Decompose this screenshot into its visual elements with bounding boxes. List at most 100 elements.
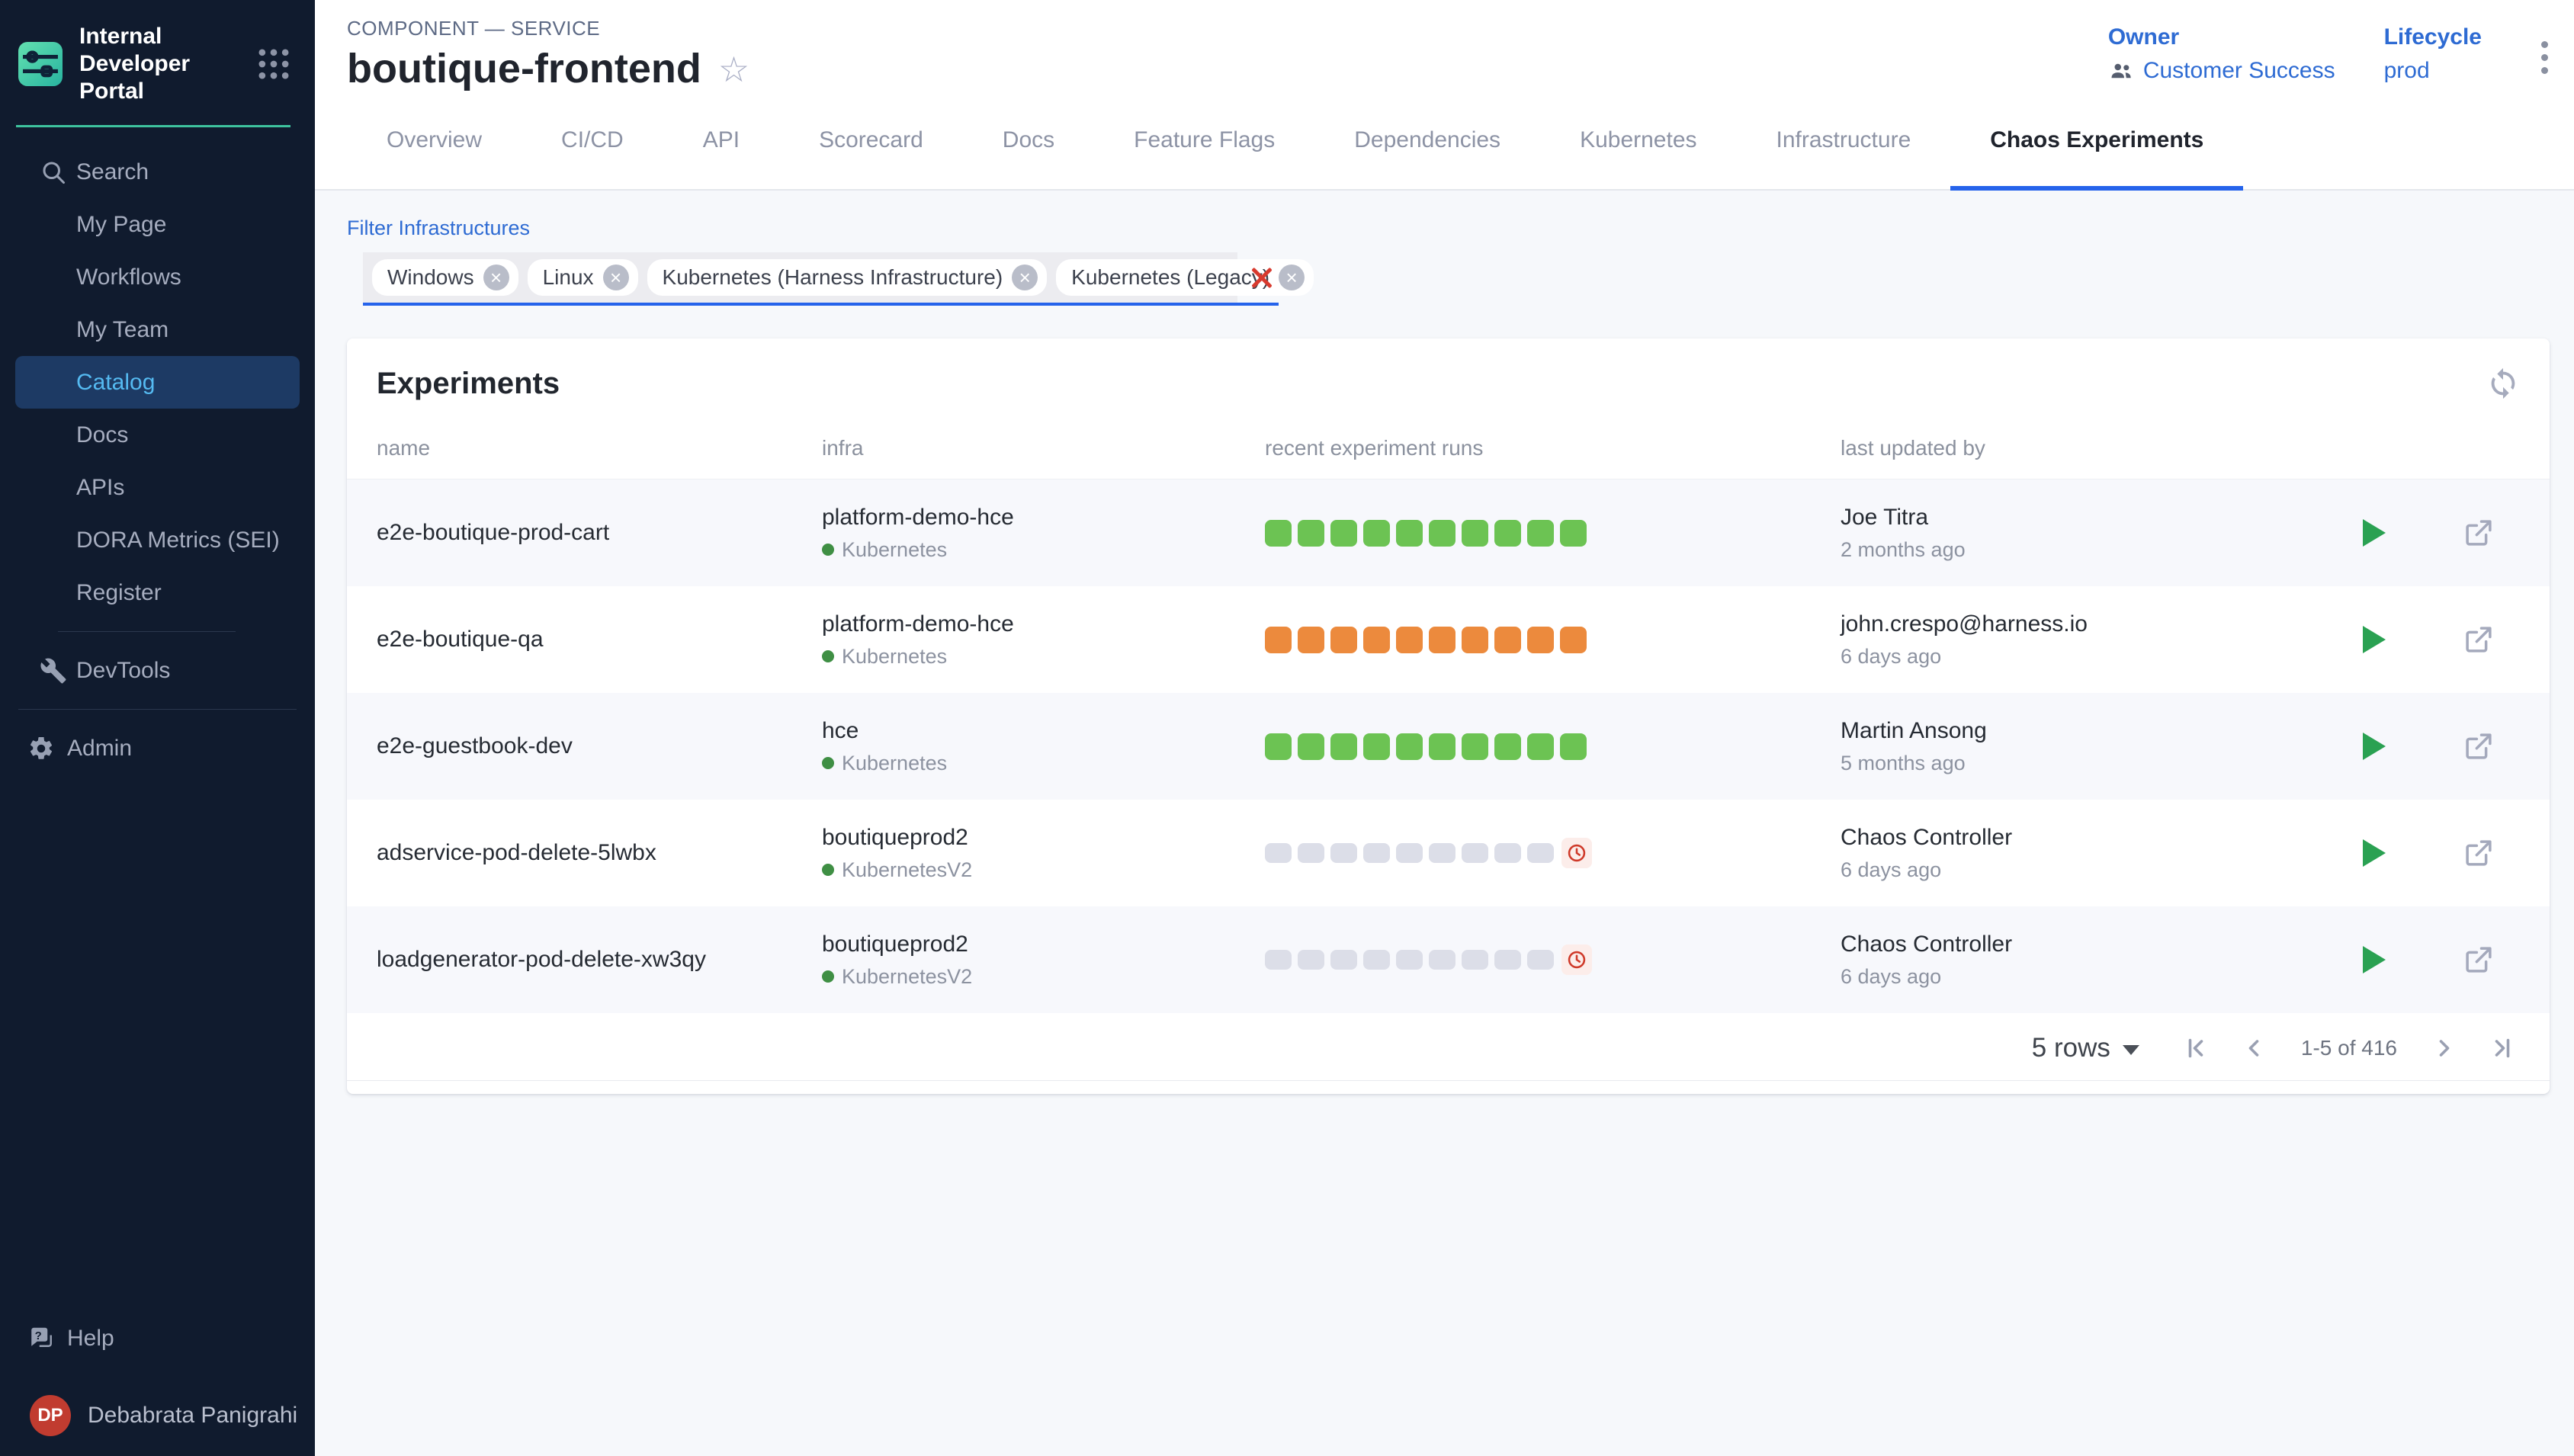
tab-dependencies[interactable]: Dependencies (1314, 91, 1540, 189)
filter-chip-kubernetes-harness-infrastructure[interactable]: Kubernetes (Harness Infrastructure)× (647, 259, 1048, 296)
tab-infrastructure[interactable]: Infrastructure (1737, 91, 1951, 189)
run-status-square[interactable] (1265, 733, 1292, 760)
chip-remove-icon[interactable]: × (603, 265, 629, 290)
open-in-new-icon[interactable] (2463, 517, 2495, 549)
filter-infrastructures-link[interactable]: Filter Infrastructures (347, 216, 530, 240)
run-status-square[interactable] (1363, 520, 1390, 547)
rows-per-page-select[interactable]: 5 rows (2032, 1033, 2139, 1063)
run-status-square[interactable] (1494, 627, 1521, 653)
filter-chip-linux[interactable]: Linux× (528, 259, 638, 296)
run-status-square[interactable] (1462, 843, 1488, 863)
tab-feature-flags[interactable]: Feature Flags (1094, 91, 1314, 189)
run-status-square[interactable] (1494, 733, 1521, 760)
table-row[interactable]: adservice-pod-delete-5lwbxboutiqueprod2K… (347, 800, 2550, 906)
first-page-button[interactable] (2182, 1034, 2210, 1062)
run-status-square[interactable] (1429, 627, 1455, 653)
run-status-square[interactable] (1494, 950, 1521, 970)
last-page-button[interactable] (2489, 1034, 2516, 1062)
tab-docs[interactable]: Docs (963, 91, 1094, 189)
run-experiment-button[interactable] (2363, 946, 2386, 973)
run-status-square[interactable] (1462, 950, 1488, 970)
scheduled-run-tile[interactable] (1561, 838, 1592, 868)
sidebar-item-admin[interactable]: Admin (0, 722, 315, 775)
sidebar-item-help[interactable]: ? Help (0, 1312, 315, 1365)
sidebar-item-docs[interactable]: Docs (0, 409, 315, 461)
table-row[interactable]: e2e-boutique-prod-cartplatform-demo-hceK… (347, 479, 2550, 586)
chip-remove-icon[interactable]: × (483, 265, 509, 290)
open-in-new-icon[interactable] (2463, 730, 2495, 762)
run-status-square[interactable] (1462, 520, 1488, 547)
run-status-square[interactable] (1298, 950, 1324, 970)
run-status-square[interactable] (1527, 843, 1554, 863)
clear-filters-button[interactable] (1247, 262, 1277, 293)
run-status-square[interactable] (1462, 733, 1488, 760)
run-status-square[interactable] (1396, 520, 1423, 547)
next-page-button[interactable] (2431, 1034, 2458, 1062)
sidebar-item-apis[interactable]: APIs (0, 461, 315, 514)
tab-chaos-experiments[interactable]: Chaos Experiments (1950, 91, 2243, 189)
scheduled-run-tile[interactable] (1561, 944, 1592, 975)
run-status-square[interactable] (1330, 733, 1357, 760)
sidebar-item-workflows[interactable]: Workflows (0, 251, 315, 303)
run-status-square[interactable] (1298, 627, 1324, 653)
run-status-square[interactable] (1298, 520, 1324, 547)
run-experiment-button[interactable] (2363, 839, 2386, 867)
owner-link[interactable]: Customer Success (2108, 58, 2335, 84)
sidebar-item-catalog[interactable]: Catalog (15, 356, 300, 409)
tab-api[interactable]: API (663, 91, 779, 189)
run-status-square[interactable] (1396, 627, 1423, 653)
sidebar-item-search[interactable]: Search (0, 146, 315, 198)
run-status-square[interactable] (1560, 520, 1587, 547)
run-status-square[interactable] (1527, 520, 1554, 547)
filter-chips-input[interactable]: Windows× Linux×Kubernetes (Harness Infras… (363, 252, 1237, 303)
sidebar-item-dora-metrics-sei[interactable]: DORA Metrics (SEI) (0, 514, 315, 566)
run-status-square[interactable] (1330, 520, 1357, 547)
run-status-square[interactable] (1363, 843, 1390, 863)
run-status-square[interactable] (1363, 733, 1390, 760)
more-options-button[interactable] (2531, 35, 2559, 80)
run-status-square[interactable] (1429, 843, 1455, 863)
run-status-square[interactable] (1363, 627, 1390, 653)
run-status-square[interactable] (1494, 520, 1521, 547)
run-experiment-button[interactable] (2363, 733, 2386, 760)
refresh-icon[interactable] (2486, 366, 2521, 401)
run-status-square[interactable] (1298, 843, 1324, 863)
run-status-square[interactable] (1265, 627, 1292, 653)
run-status-square[interactable] (1494, 843, 1521, 863)
tab-overview[interactable]: Overview (347, 91, 522, 189)
run-experiment-button[interactable] (2363, 519, 2386, 547)
chip-remove-icon[interactable]: × (1012, 265, 1038, 290)
run-status-square[interactable] (1330, 950, 1357, 970)
run-status-square[interactable] (1560, 733, 1587, 760)
sidebar-item-my-team[interactable]: My Team (0, 303, 315, 356)
favorite-star-icon[interactable]: ☆ (718, 52, 749, 87)
run-status-square[interactable] (1429, 733, 1455, 760)
run-status-square[interactable] (1560, 627, 1587, 653)
tab-scorecard[interactable]: Scorecard (779, 91, 963, 189)
run-status-square[interactable] (1462, 627, 1488, 653)
run-status-square[interactable] (1265, 950, 1292, 970)
run-status-square[interactable] (1527, 733, 1554, 760)
tab-kubernetes[interactable]: Kubernetes (1540, 91, 1736, 189)
apps-grid-icon[interactable] (254, 44, 294, 84)
run-status-square[interactable] (1396, 733, 1423, 760)
table-row[interactable]: e2e-guestbook-devhceKubernetesMartin Ans… (347, 693, 2550, 800)
run-status-square[interactable] (1265, 520, 1292, 547)
filter-chip-windows[interactable]: Windows× (372, 259, 518, 296)
chip-remove-icon[interactable]: × (1279, 265, 1305, 290)
run-status-square[interactable] (1429, 520, 1455, 547)
run-experiment-button[interactable] (2363, 626, 2386, 653)
prev-page-button[interactable] (2240, 1034, 2267, 1062)
sidebar-item-register[interactable]: Register (0, 566, 315, 619)
run-status-square[interactable] (1363, 950, 1390, 970)
run-status-square[interactable] (1298, 733, 1324, 760)
run-status-square[interactable] (1265, 843, 1292, 863)
sidebar-item-devtools[interactable]: DevTools (0, 644, 315, 697)
table-row[interactable]: loadgenerator-pod-delete-xw3qyboutiquepr… (347, 906, 2550, 1013)
sidebar-item-my-page[interactable]: My Page (0, 198, 315, 251)
user-menu[interactable]: DP Debabrata Panigrahi (0, 1395, 315, 1456)
open-in-new-icon[interactable] (2463, 837, 2495, 869)
open-in-new-icon[interactable] (2463, 624, 2495, 656)
table-row[interactable]: e2e-boutique-qaplatform-demo-hceKubernet… (347, 586, 2550, 693)
run-status-square[interactable] (1527, 627, 1554, 653)
